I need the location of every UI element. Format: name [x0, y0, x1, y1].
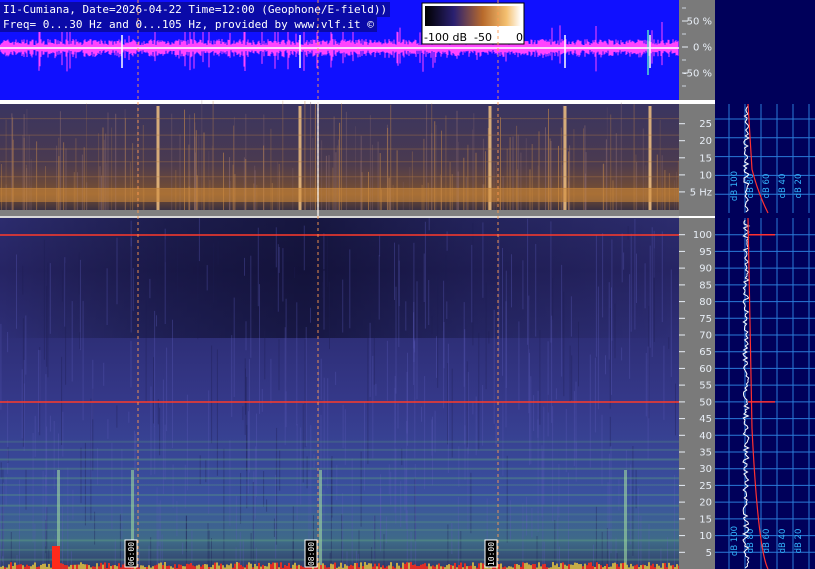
waveform-right-blank: [715, 0, 815, 100]
freq-tick-label: 25: [699, 481, 712, 492]
header-title: I1-Cumiana, Date=2026-04-22 Time=12:00 (…: [0, 2, 391, 17]
db-scale-label: dB 100: [730, 171, 740, 201]
waveform-pct-label: 0 %: [693, 43, 712, 54]
freq-tick-label: 35: [699, 448, 712, 459]
colorbar-label-min: -100 dB: [424, 31, 467, 44]
separator-mid-light: [0, 216, 679, 218]
freq-tick-label: 25: [699, 119, 712, 130]
freq-tick-label: 50: [699, 397, 712, 408]
freq-tick-label: 20: [699, 498, 712, 509]
db-scale-label: dB 40: [778, 529, 788, 554]
vlf-spectrogram-display: I1-Cumiana, Date=2026-04-22 Time=12:00 (…: [0, 0, 815, 569]
waveform-percent-axis: 50 % 0 % -50 %: [682, 7, 712, 87]
high-profile-panel: [715, 218, 815, 569]
freq-tick-label: 40: [699, 431, 712, 442]
freq-tick-label: 100: [693, 230, 712, 241]
time-marker-label: 08:00: [307, 542, 316, 566]
time-marker-label: 10:00: [487, 542, 496, 566]
freq-tick-label: 65: [699, 347, 712, 358]
db-scale-label: dB 40: [778, 174, 788, 199]
freq-tick-label: 90: [699, 264, 712, 275]
db-scale-label: dB 60: [762, 529, 772, 554]
freq-tick-label: 10: [699, 531, 712, 542]
freq-tick-label: 5 Hz: [690, 187, 712, 198]
freq-tick-label: 15: [699, 153, 712, 164]
spectrogram-dark-region: [0, 218, 679, 338]
colorbar-label-mid: -50: [474, 31, 492, 44]
db-scale-label: dB 20: [794, 174, 804, 199]
freq-tick-label: 15: [699, 514, 712, 525]
db-scale-label: dB 100: [730, 526, 740, 556]
header-box: I1-Cumiana, Date=2026-04-22 Time=12:00 (…: [0, 2, 391, 32]
separator-top: [0, 100, 679, 104]
time-marker-label: 06:00: [127, 542, 136, 566]
freq-tick-label: 20: [699, 136, 712, 147]
freq-tick-label: 10: [699, 170, 712, 181]
separator-mid: [0, 210, 679, 216]
freq-tick-label: 55: [699, 381, 712, 392]
waveform-pct-label: -50 %: [683, 69, 712, 80]
freq-tick-label: 75: [699, 314, 712, 325]
db-scale-label: dB 20: [794, 529, 804, 554]
db-scale-label: dB 60: [762, 174, 772, 199]
freq-tick-label: 45: [699, 414, 712, 425]
colorbar-gradient: [425, 6, 521, 26]
profile-gap: [715, 216, 815, 218]
freq-tick-label: 70: [699, 331, 712, 342]
freq-tick-label: 80: [699, 297, 712, 308]
freq-tick-label: 85: [699, 280, 712, 291]
waveform-pct-label: 50 %: [687, 17, 712, 28]
colorbar: -100 dB -50 0: [421, 2, 525, 45]
freq-tick-label: 60: [699, 364, 712, 375]
colorbar-label-max: 0: [516, 31, 523, 44]
freq-tick-label: 30: [699, 464, 712, 475]
freq-tick-label: 95: [699, 247, 712, 258]
header-subtitle: Freq= 0...30 Hz and 0...105 Hz, provided…: [0, 17, 377, 32]
freq-tick-label: 5: [706, 548, 712, 559]
